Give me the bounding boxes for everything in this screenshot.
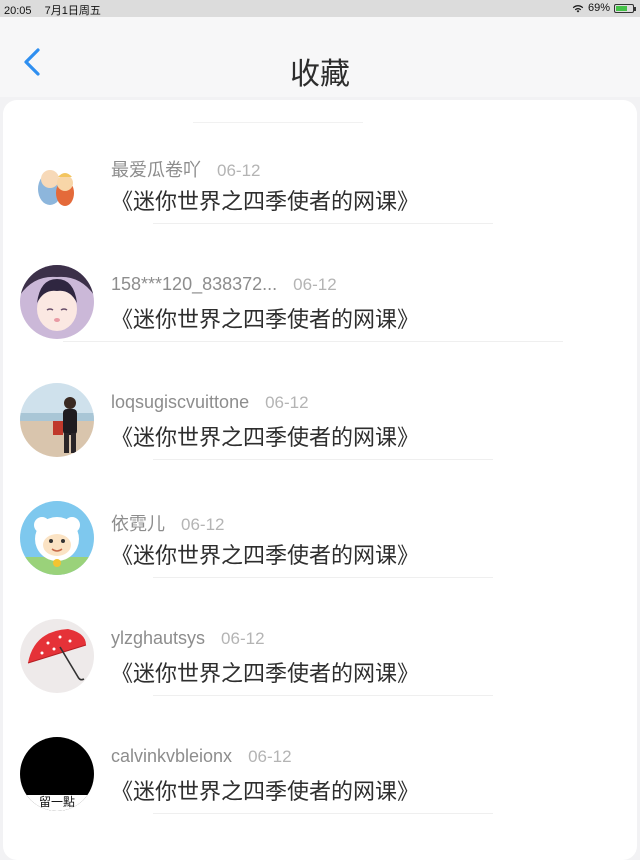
- cartoon-kids-avatar[interactable]: [20, 147, 94, 221]
- battery-icon: [614, 3, 636, 13]
- username[interactable]: 依霓儿: [111, 514, 165, 534]
- umbrella-avatar[interactable]: [20, 619, 94, 693]
- avatar-caption: 留一點: [38, 795, 75, 809]
- post-date: 06-12: [293, 275, 337, 294]
- battery-level: [616, 5, 628, 11]
- post-title[interactable]: 《迷你世界之四季使者的网课》: [111, 420, 419, 452]
- post-title[interactable]: 《迷你世界之四季使者的网课》: [111, 184, 419, 216]
- battery-percent: 69%: [587, 2, 610, 14]
- username[interactable]: 158***120_838372...: [111, 274, 277, 294]
- list-item[interactable]: loqsugiscvuittone 06-12 《迷你世界之四季使者的网课》: [3, 336, 637, 460]
- beach-photo-avatar[interactable]: [20, 383, 94, 457]
- post-title[interactable]: 《迷你世界之四季使者的网课》: [111, 302, 419, 334]
- post-title[interactable]: 《迷你世界之四季使者的网课》: [111, 538, 419, 570]
- wifi-icon: [572, 4, 584, 12]
- post-title[interactable]: 《迷你世界之四季使者的网课》: [111, 656, 419, 688]
- sheep-cartoon-avatar[interactable]: [20, 501, 94, 575]
- favorites-list: 最爱瓜卷吖 06-12 《迷你世界之四季使者的网课》 158***120_8383…: [3, 100, 637, 860]
- list-item[interactable]: 留一點 calvinkvbleionx 06-12 《迷你世界之四季使者的网课》: [3, 690, 637, 814]
- status-time: 20:05: [4, 5, 32, 17]
- username[interactable]: calvinkvbleionx: [111, 746, 232, 766]
- list-item[interactable]: 158***120_838372... 06-12 《迷你世界之四季使者的网课》: [3, 218, 637, 342]
- username[interactable]: loqsugiscvuittone: [111, 392, 249, 412]
- list-item[interactable]: 依霓儿 06-12 《迷你世界之四季使者的网课》: [3, 454, 637, 578]
- divider: [153, 813, 493, 814]
- anime-girl-avatar[interactable]: [20, 265, 94, 339]
- post-date: 06-12: [265, 393, 309, 412]
- post-date: 06-12: [217, 161, 261, 180]
- list-item[interactable]: 最爱瓜卷吖 06-12 《迷你世界之四季使者的网课》: [3, 100, 637, 224]
- black-text-avatar[interactable]: 留一點: [20, 737, 94, 811]
- status-date: 7月1日周五: [44, 5, 101, 17]
- post-date: 06-12: [248, 747, 292, 766]
- nav-header: 收藏: [0, 17, 640, 97]
- page-title: 收藏: [290, 57, 350, 92]
- post-date: 06-12: [181, 515, 225, 534]
- status-bar: 20:05 7月1日周五 69%: [0, 0, 640, 17]
- username[interactable]: 最爱瓜卷吖: [111, 160, 201, 180]
- post-date: 06-12: [221, 629, 265, 648]
- username[interactable]: ylzghautsys: [111, 628, 205, 648]
- list-item[interactable]: ylzghautsys 06-12 《迷你世界之四季使者的网课》: [3, 572, 637, 696]
- post-title[interactable]: 《迷你世界之四季使者的网课》: [111, 774, 419, 806]
